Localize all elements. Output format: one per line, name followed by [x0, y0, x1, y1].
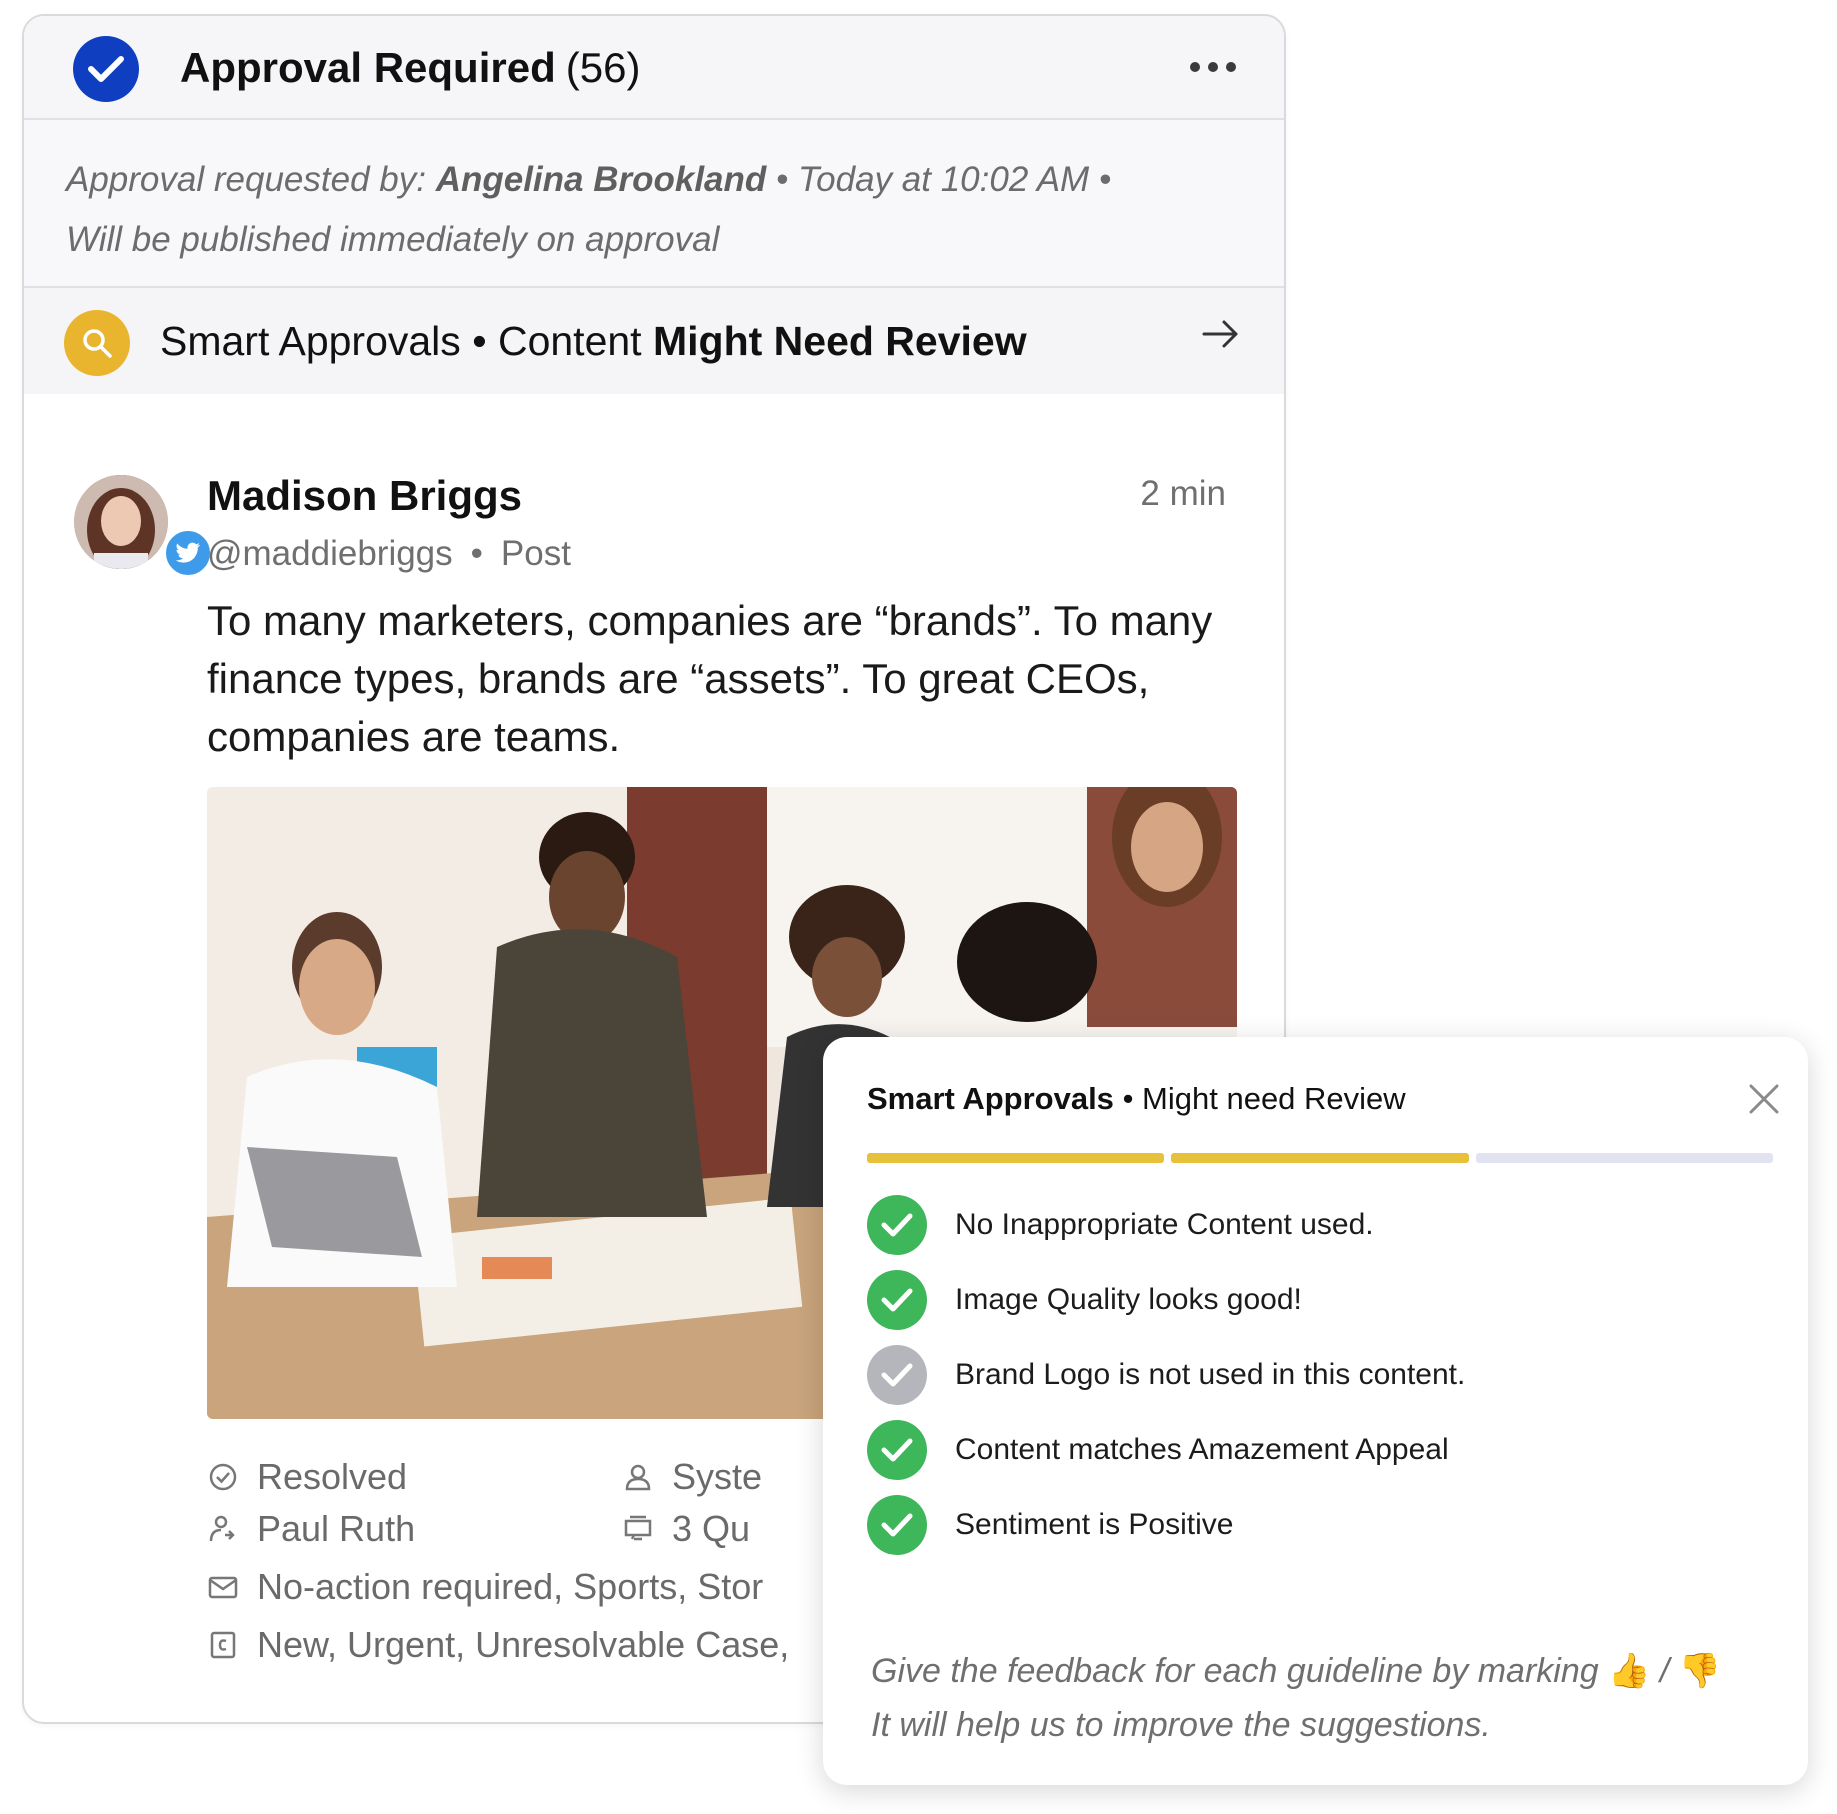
- approval-count: (56): [565, 44, 641, 91]
- arrow-right-icon[interactable]: [1202, 318, 1240, 355]
- avatar[interactable]: [74, 475, 214, 579]
- tags-value: No-action required, Sports, Stor: [257, 1566, 764, 1607]
- progress-segment: [1171, 1153, 1469, 1163]
- meta-line-1: Approval requested by: Angelina Brooklan…: [66, 160, 1112, 199]
- guideline-text: No Inappropriate Content used.: [955, 1208, 1374, 1241]
- approval-header: Approval Required (56): [24, 16, 1284, 120]
- assignee-icon: [209, 1515, 235, 1542]
- tags-row[interactable]: No-action required, Sports, Stor: [207, 1566, 763, 1608]
- check-pass-icon: [867, 1195, 927, 1255]
- check-neutral-icon: [867, 1345, 927, 1405]
- queue-icon: [624, 1515, 652, 1541]
- assignee-row[interactable]: Paul Ruth: [207, 1508, 415, 1550]
- author-handle: @maddiebriggs • Post: [207, 534, 571, 573]
- handle-text[interactable]: @maddiebriggs: [207, 534, 453, 573]
- popup-title: Smart Approvals • Might need Review: [867, 1081, 1406, 1116]
- mail-icon: [208, 1576, 238, 1599]
- more-horizontal-icon: [1190, 62, 1200, 72]
- title-text: Approval Required: [180, 44, 556, 91]
- status-row[interactable]: Resolved: [207, 1456, 407, 1498]
- publish-note: Will be published immediately on approva…: [66, 220, 720, 259]
- page-title: Approval Required (56): [180, 44, 640, 92]
- case-icon: [210, 1631, 236, 1659]
- guideline-text: Content matches Amazement Appeal: [955, 1433, 1449, 1466]
- popup-title-rest: Might need Review: [1142, 1081, 1406, 1116]
- post-text: To many marketers, companies are “brands…: [207, 597, 1213, 760]
- check-circle-icon: [73, 36, 139, 102]
- post-type: Post: [500, 534, 571, 573]
- thumbs-up-icon[interactable]: 👍: [1608, 1652, 1650, 1690]
- review-progress: [867, 1153, 1773, 1163]
- thumbs-down-icon[interactable]: 👎: [1679, 1652, 1721, 1690]
- guideline-item: Sentiment is Positive: [867, 1495, 1233, 1555]
- feedback-note: Give the feedback for each guideline by …: [871, 1644, 1721, 1752]
- close-icon[interactable]: [1748, 1083, 1780, 1120]
- guideline-text: Brand Logo is not used in this content.: [955, 1358, 1466, 1391]
- owner-row[interactable]: Syste: [622, 1456, 762, 1498]
- status-value: Resolved: [257, 1456, 408, 1497]
- check-pass-icon: [867, 1495, 927, 1555]
- check-pass-icon: [867, 1420, 927, 1480]
- guideline-item: Content matches Amazement Appeal: [867, 1420, 1449, 1480]
- smart-approvals-popup: Smart Approvals • Might need Review No I…: [823, 1037, 1808, 1785]
- feedback-line-1: Give the feedback for each guideline by …: [871, 1652, 1722, 1690]
- requester-name: Angelina Brookland: [435, 160, 767, 199]
- owner-value: Syste: [672, 1456, 763, 1497]
- queue-row[interactable]: 3 Qu: [622, 1508, 750, 1550]
- guideline-item: No Inappropriate Content used.: [867, 1195, 1374, 1255]
- request-time: Today at 10:02 AM: [798, 160, 1090, 199]
- progress-segment: [867, 1153, 1165, 1163]
- approval-meta: Approval requested by: Angelina Brooklan…: [24, 120, 1284, 288]
- check-pass-icon: [867, 1270, 927, 1330]
- search-icon: [64, 310, 130, 376]
- guideline-item: Brand Logo is not used in this content.: [867, 1345, 1465, 1405]
- status-prefix: Content: [497, 318, 642, 364]
- user-icon: [625, 1464, 651, 1491]
- assignee-value: Paul Ruth: [257, 1508, 416, 1549]
- requested-by-label: Approval requested by:: [66, 160, 426, 199]
- smart-approvals-label: Smart Approvals: [160, 318, 461, 364]
- queue-value: 3 Qu: [672, 1508, 751, 1549]
- case-tags-row[interactable]: New, Urgent, Unresolvable Case,: [207, 1624, 789, 1666]
- guideline-item: Image Quality looks good!: [867, 1270, 1302, 1330]
- case-tags-value: New, Urgent, Unresolvable Case,: [257, 1624, 790, 1665]
- progress-segment: [1475, 1153, 1773, 1163]
- post-time: 2 min: [1140, 474, 1226, 513]
- feedback-line-2: It will help us to improve the suggestio…: [871, 1706, 1491, 1744]
- smart-approvals-text: Smart Approvals • Content Might Need Rev…: [160, 318, 1027, 364]
- guideline-text: Image Quality looks good!: [955, 1283, 1302, 1316]
- smart-approvals-bar[interactable]: Smart Approvals • Content Might Need Rev…: [24, 288, 1284, 394]
- popup-title-bold: Smart Approvals: [867, 1081, 1114, 1116]
- status-bold: Might Need Review: [652, 318, 1027, 364]
- more-options-button[interactable]: [1190, 62, 1236, 72]
- guideline-text: Sentiment is Positive: [955, 1508, 1234, 1541]
- status-check-icon: [209, 1463, 237, 1491]
- author-name[interactable]: Madison Briggs: [207, 472, 522, 520]
